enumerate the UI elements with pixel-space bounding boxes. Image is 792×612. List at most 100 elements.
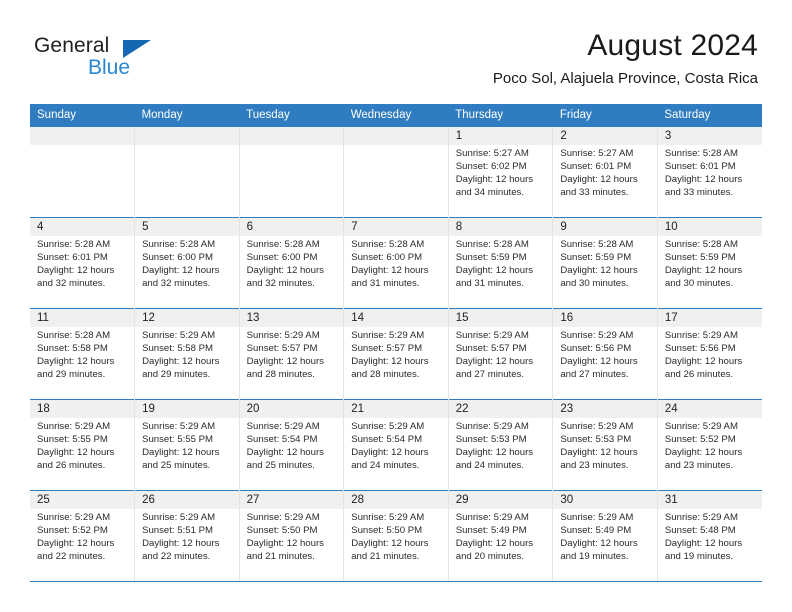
calendar-day-cell[interactable]: 7 Sunrise: 5:28 AM Sunset: 6:00 PM Daylight…: [343, 217, 449, 309]
day-detail-line: Sunset: 5:49 PM: [560, 524, 632, 536]
day-details: Sunrise: 5:28 AM Sunset: 5:58 PM Daylight:…: [30, 327, 134, 382]
calendar-day-cell[interactable]: 23 Sunrise: 5:29 AM Sunset: 5:53 PM Dayligh…: [552, 399, 658, 491]
day-number: 11: [30, 309, 135, 327]
day-number: 21: [344, 400, 448, 418]
day-number: 29: [448, 491, 553, 509]
day-detail-line: Sunrise: 5:29 AM: [351, 330, 425, 341]
calendar-day-cell-empty: [30, 126, 135, 218]
calendar-day-cell[interactable]: 14 Sunrise: 5:29 AM Sunset: 5:57 PM Dayligh…: [343, 308, 449, 400]
calendar-day-cell[interactable]: 10 Sunrise: 5:28 AM Sunset: 5:59 PM Dayligh…: [656, 217, 762, 309]
calendar-day-cell[interactable]: 28 Sunrise: 5:29 AM Sunset: 5:50 PM Dayligh…: [343, 490, 449, 582]
calendar-body: 1 Sunrise: 5:27 AM Sunset: 6:02 PM Daylight…: [30, 126, 762, 582]
day-detail-line: Sunset: 6:02 PM: [455, 160, 527, 172]
calendar-day-cell[interactable]: 17 Sunrise: 5:29 AM Sunset: 5:56 PM Dayligh…: [656, 308, 762, 400]
day-detail-line: Sunset: 5:52 PM: [664, 433, 736, 445]
day-number: 4: [30, 218, 135, 236]
calendar-day-cell[interactable]: 13 Sunrise: 5:29 AM Sunset: 5:57 PM Dayligh…: [238, 308, 344, 400]
calendar-day-cell[interactable]: 21 Sunrise: 5:29 AM Sunset: 5:54 PM Dayligh…: [343, 399, 449, 491]
calendar-day-cell[interactable]: 29 Sunrise: 5:29 AM Sunset: 5:49 PM Dayligh…: [447, 490, 553, 582]
day-detail-line: Sunrise: 5:28 AM: [351, 239, 425, 250]
calendar-day-cell[interactable]: 30 Sunrise: 5:29 AM Sunset: 5:49 PM Dayligh…: [552, 490, 658, 582]
day-detail-line: Sunrise: 5:29 AM: [455, 512, 529, 523]
calendar-day-cell[interactable]: 3 Sunrise: 5:28 AM Sunset: 6:01 PM Daylight…: [656, 126, 762, 218]
day-detail-line: Sunset: 5:50 PM: [246, 524, 318, 536]
day-detail-line: and 19 minutes.: [664, 550, 734, 562]
calendar-day-cell[interactable]: 22 Sunrise: 5:29 AM Sunset: 5:53 PM Dayligh…: [447, 399, 553, 491]
day-detail-line: and 30 minutes.: [560, 277, 629, 289]
calendar-day-cell[interactable]: 16 Sunrise: 5:29 AM Sunset: 5:56 PM Dayligh…: [552, 308, 658, 400]
day-detail-line: Sunrise: 5:28 AM: [37, 330, 111, 341]
calendar-day-cell[interactable]: 4 Sunrise: 5:28 AM Sunset: 6:01 PM Daylight…: [30, 217, 135, 309]
calendar-day-cell[interactable]: 5 Sunrise: 5:28 AM Sunset: 6:00 PM Daylight…: [134, 217, 240, 309]
day-number: 24: [657, 400, 762, 418]
calendar-week-row: 11 Sunrise: 5:28 AM Sunset: 5:58 PM Dayligh…: [30, 308, 762, 400]
calendar-day-cell[interactable]: 26 Sunrise: 5:29 AM Sunset: 5:51 PM Dayligh…: [134, 490, 240, 582]
day-detail-line: Daylight: 12 hours: [246, 264, 324, 276]
calendar-day-cell[interactable]: 20 Sunrise: 5:29 AM Sunset: 5:54 PM Dayligh…: [238, 399, 344, 491]
calendar-day-cell[interactable]: 6 Sunrise: 5:28 AM Sunset: 6:00 PM Daylight…: [238, 217, 344, 309]
weekday-header-row: Sunday Monday Tuesday Wednesday Thursday Frid…: [30, 104, 762, 127]
day-details: Sunrise: 5:29 AM Sunset: 5:58 PM Daylight:…: [135, 327, 239, 382]
day-detail-line: Sunset: 6:00 PM: [142, 251, 213, 263]
day-number: [135, 127, 239, 145]
day-detail-line: Sunset: 5:51 PM: [142, 524, 213, 536]
day-detail-line: Daylight: 12 hours: [560, 446, 638, 458]
day-detail-line: and 34 minutes.: [455, 186, 525, 198]
day-detail-line: and 32 minutes.: [246, 277, 315, 289]
calendar-day-cell[interactable]: 9 Sunrise: 5:28 AM Sunset: 5:59 PM Daylight…: [552, 217, 658, 309]
day-detail-line: Daylight: 12 hours: [37, 446, 115, 458]
day-details: [240, 145, 344, 148]
calendar-day-cell-empty: [238, 126, 344, 218]
day-number: 17: [657, 309, 762, 327]
day-detail-line: Sunset: 5:59 PM: [560, 251, 632, 263]
day-number: 12: [135, 309, 239, 327]
day-detail-line: Sunset: 6:00 PM: [246, 251, 318, 263]
title-block: August 2024 Poco Sol, Alajuela Province,…: [493, 28, 758, 88]
day-detail-line: Daylight: 12 hours: [455, 355, 534, 367]
calendar-day-cell[interactable]: 2 Sunrise: 5:27 AM Sunset: 6:01 PM Daylight…: [552, 126, 658, 218]
day-detail-line: Daylight: 12 hours: [560, 173, 638, 185]
weekday-header-saturday: Saturday: [657, 104, 762, 127]
day-details: [135, 145, 239, 148]
day-detail-line: and 21 minutes.: [351, 550, 420, 562]
calendar-day-cell[interactable]: 25 Sunrise: 5:29 AM Sunset: 5:52 PM Dayligh…: [30, 490, 135, 582]
day-number: 22: [448, 400, 553, 418]
weekday-header-friday: Friday: [552, 104, 658, 127]
day-detail-line: Daylight: 12 hours: [37, 537, 115, 549]
day-number: 2: [553, 127, 657, 145]
calendar-day-cell[interactable]: 12 Sunrise: 5:29 AM Sunset: 5:58 PM Dayligh…: [134, 308, 240, 400]
day-detail-line: and 26 minutes.: [37, 459, 106, 471]
day-detail-line: Daylight: 12 hours: [351, 446, 429, 458]
calendar-day-cell[interactable]: 24 Sunrise: 5:29 AM Sunset: 5:52 PM Dayligh…: [656, 399, 762, 491]
day-detail-line: and 27 minutes.: [455, 368, 525, 380]
calendar-day-cell[interactable]: 31 Sunrise: 5:29 AM Sunset: 5:48 PM Dayligh…: [656, 490, 762, 582]
day-detail-line: Daylight: 12 hours: [664, 446, 743, 458]
day-details: Sunrise: 5:28 AM Sunset: 6:01 PM Daylight:…: [30, 236, 134, 291]
general-blue-logo[interactable]: General Blue: [34, 34, 254, 88]
calendar-day-cell[interactable]: 18 Sunrise: 5:29 AM Sunset: 5:55 PM Dayligh…: [30, 399, 135, 491]
day-detail-line: Sunrise: 5:29 AM: [560, 421, 634, 432]
day-detail-line: and 26 minutes.: [664, 368, 734, 380]
day-detail-line: Daylight: 12 hours: [455, 446, 534, 458]
calendar-day-cell[interactable]: 27 Sunrise: 5:29 AM Sunset: 5:50 PM Dayligh…: [238, 490, 344, 582]
day-detail-line: and 21 minutes.: [246, 550, 315, 562]
calendar-day-cell[interactable]: 8 Sunrise: 5:28 AM Sunset: 5:59 PM Daylight…: [447, 217, 553, 309]
calendar-page: General Blue August 2024 Poco Sol, Alaju…: [0, 0, 792, 612]
day-detail-line: and 33 minutes.: [664, 186, 734, 198]
day-number: 26: [135, 491, 239, 509]
calendar-day-cell[interactable]: 19 Sunrise: 5:29 AM Sunset: 5:55 PM Dayligh…: [134, 399, 240, 491]
day-detail-line: Sunrise: 5:29 AM: [351, 512, 425, 523]
day-details: Sunrise: 5:28 AM Sunset: 5:59 PM Daylight:…: [658, 236, 762, 291]
calendar-day-cell[interactable]: 15 Sunrise: 5:29 AM Sunset: 5:57 PM Dayligh…: [447, 308, 553, 400]
day-details: Sunrise: 5:29 AM Sunset: 5:54 PM Daylight:…: [344, 418, 448, 473]
day-detail-line: Sunset: 5:48 PM: [664, 524, 736, 536]
day-detail-line: Daylight: 12 hours: [246, 446, 324, 458]
calendar-day-cell[interactable]: 11 Sunrise: 5:28 AM Sunset: 5:58 PM Dayligh…: [30, 308, 135, 400]
day-detail-line: Sunrise: 5:29 AM: [560, 330, 634, 341]
day-details: Sunrise: 5:29 AM Sunset: 5:55 PM Daylight:…: [135, 418, 239, 473]
day-detail-line: Sunset: 5:55 PM: [37, 433, 108, 445]
day-number: 25: [30, 491, 135, 509]
day-details: [30, 145, 134, 148]
calendar-day-cell[interactable]: 1 Sunrise: 5:27 AM Sunset: 6:02 PM Daylight…: [447, 126, 553, 218]
day-details: Sunrise: 5:28 AM Sunset: 6:00 PM Daylight:…: [240, 236, 344, 291]
